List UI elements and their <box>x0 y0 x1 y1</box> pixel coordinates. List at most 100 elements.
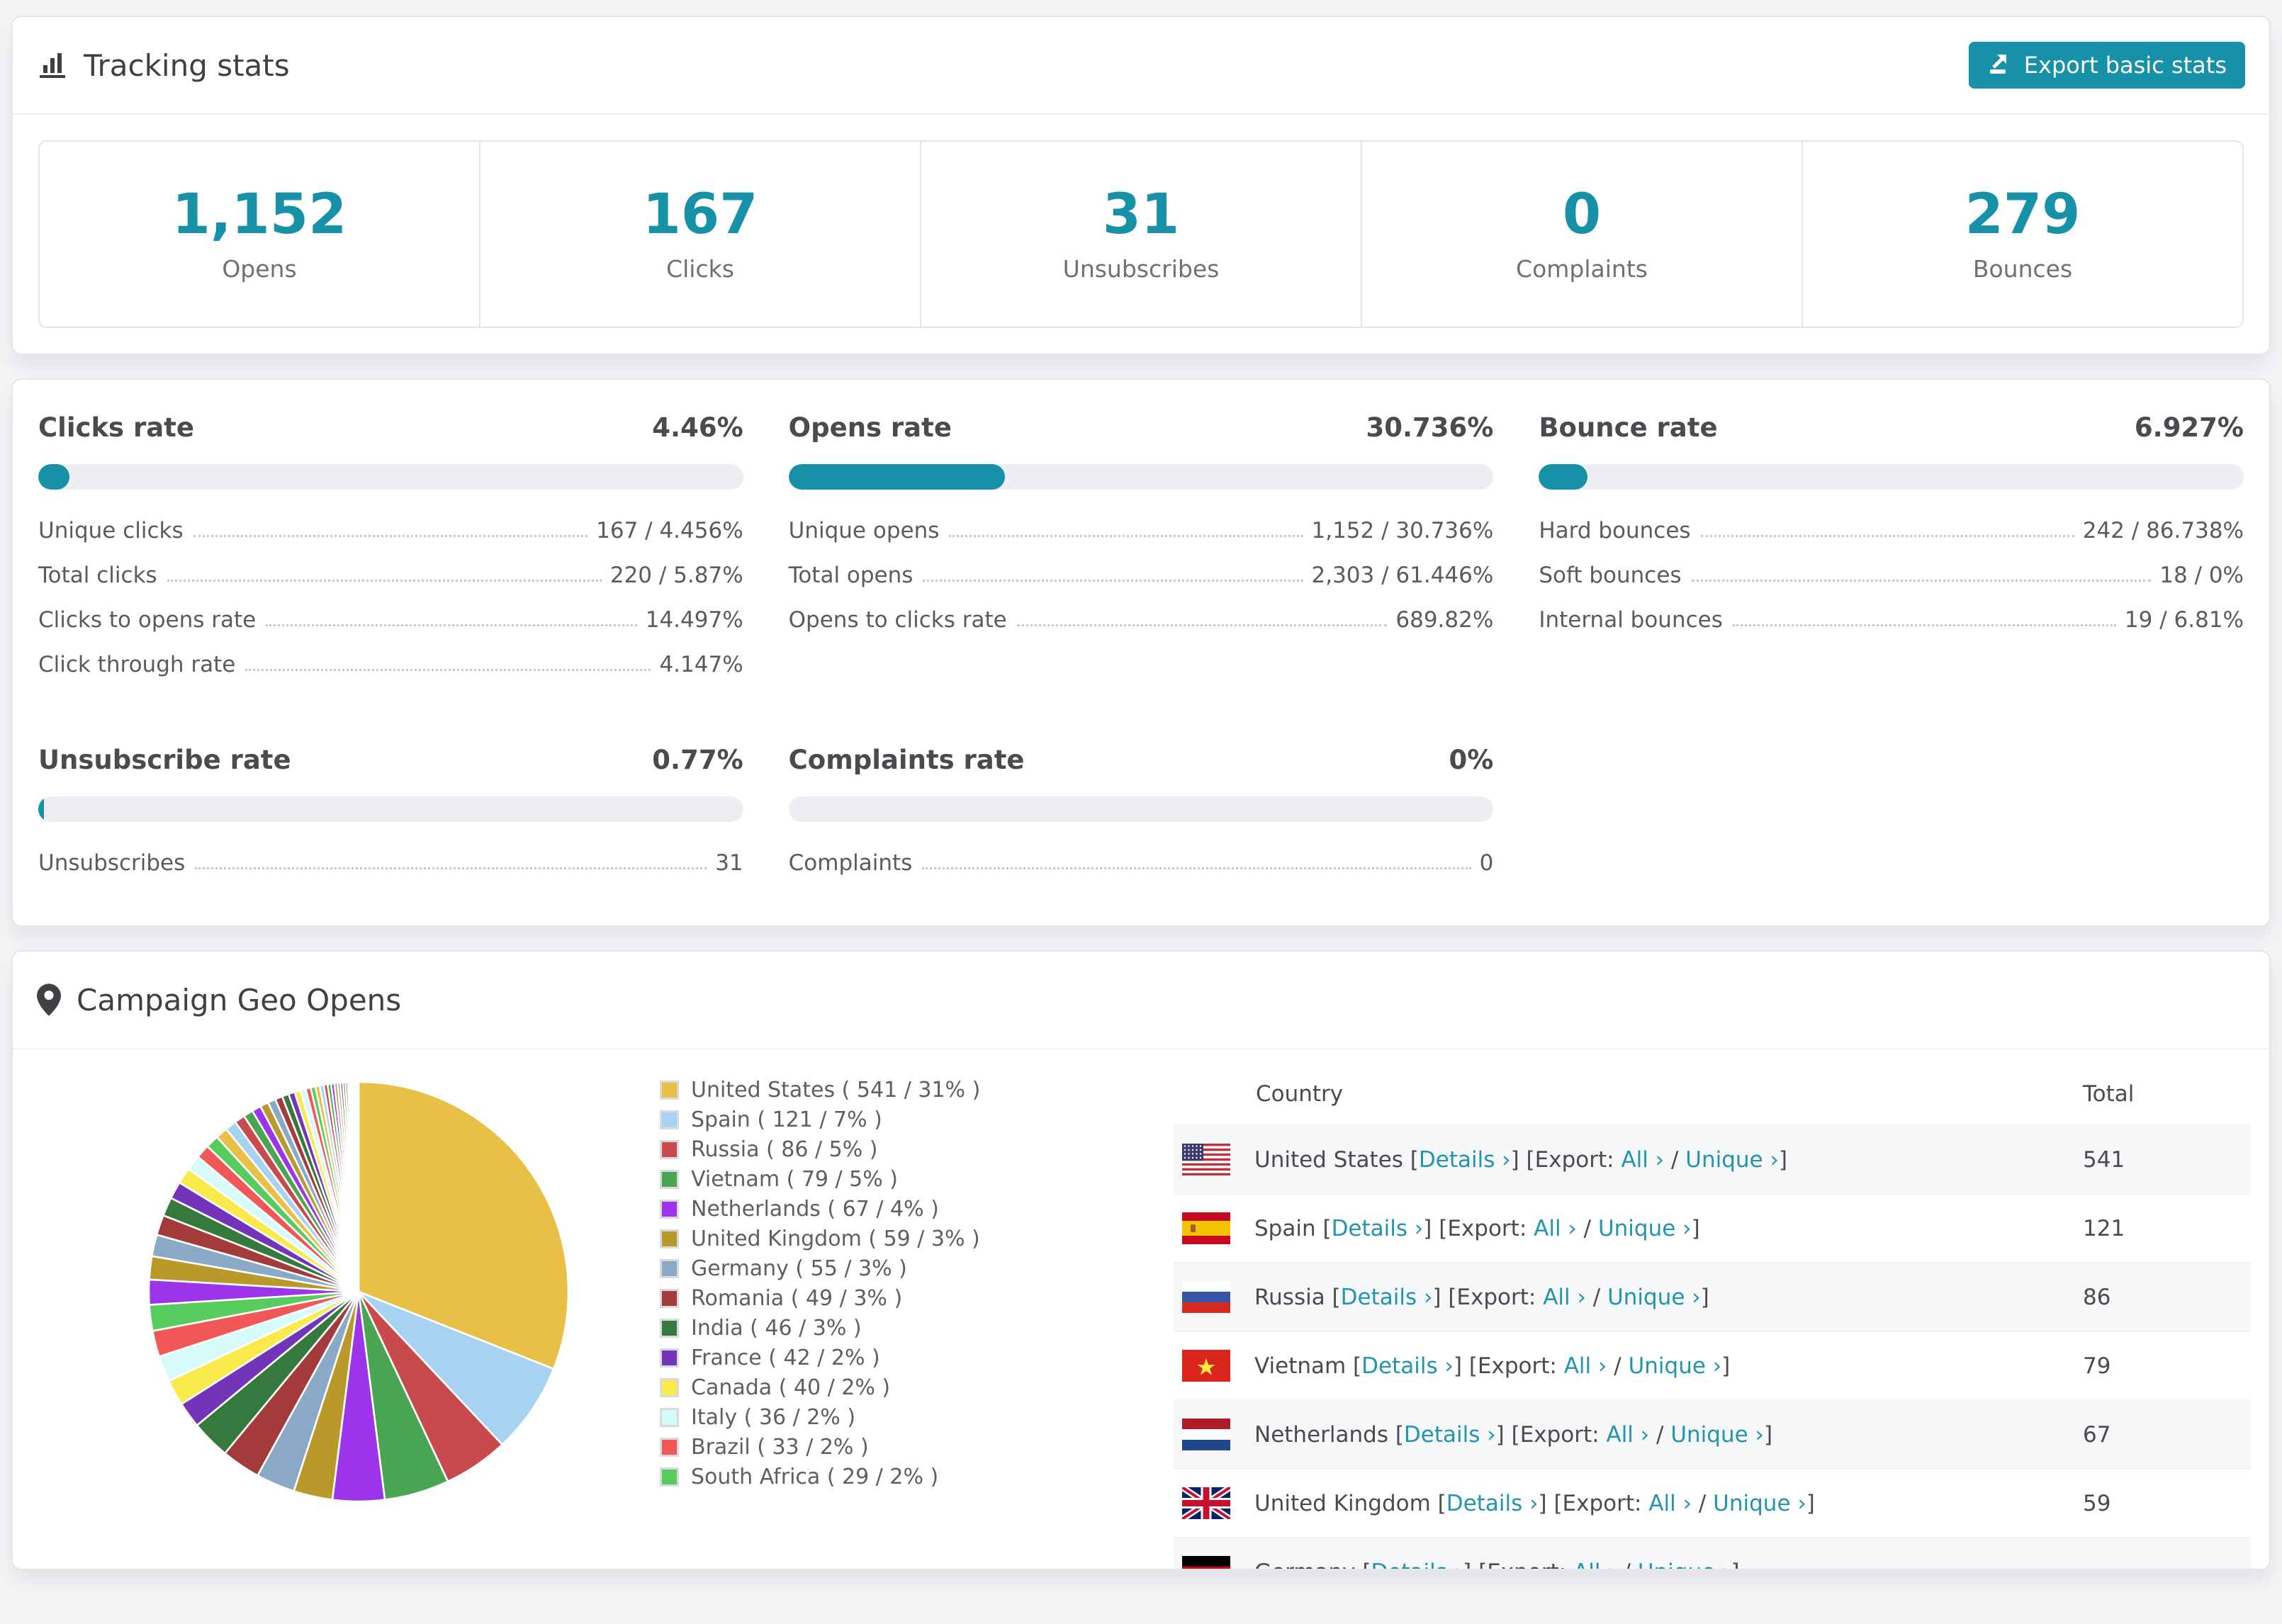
legend-label: South Africa ( 29 / 2% ) <box>691 1464 939 1489</box>
rate-title: Bounce rate <box>1539 412 1718 443</box>
total-cell: 67 <box>2083 1421 2111 1448</box>
legend-label: France ( 42 / 2% ) <box>691 1345 880 1370</box>
country-name: Germany [ <box>1254 1560 1371 1569</box>
rate-detail-row: Unique clicks 167 / 4.456% <box>38 518 743 543</box>
country-links: Germany [Details ›] [Export: All › / Uni… <box>1254 1560 1740 1569</box>
stat-cell-opens: 1,152 Opens <box>40 142 480 327</box>
legend-item: Vietnam ( 79 / 5% ) <box>660 1164 1028 1194</box>
detail-value: 2,303 / 61.446% <box>1311 563 1494 588</box>
stat-value: 167 <box>642 183 758 247</box>
export-all-link[interactable]: All › <box>1534 1216 1577 1241</box>
export-unique-link[interactable]: Unique › <box>1670 1422 1764 1448</box>
detail-label: Unique clicks <box>38 518 184 543</box>
detail-value: 242 / 86.738% <box>2082 518 2244 543</box>
rate-progress-bar <box>1539 464 2244 490</box>
rate-section-complaints-rate: Complaints rate 0% Complaints 0 <box>788 745 1494 876</box>
legend-item: South Africa ( 29 / 2% ) <box>660 1462 1028 1492</box>
export-all-link[interactable]: All › <box>1573 1560 1617 1569</box>
rate-detail-row: Complaints 0 <box>789 850 1494 876</box>
details-link[interactable]: Details › <box>1361 1353 1454 1379</box>
rate-progress-bar <box>788 464 1494 490</box>
legend-item: United Kingdom ( 59 / 3% ) <box>660 1224 1028 1253</box>
export-all-link[interactable]: All › <box>1543 1285 1586 1310</box>
detail-value: 1,152 / 30.736% <box>1311 518 1494 543</box>
export-all-link[interactable]: All › <box>1606 1422 1649 1448</box>
stat-value: 0 <box>1562 183 1602 247</box>
legend-label: Germany ( 55 / 3% ) <box>691 1256 907 1281</box>
stat-cell-bounces: 279 Bounces <box>1803 142 2242 327</box>
stat-label: Complaints <box>1516 255 1648 283</box>
legend-item: Netherlands ( 67 / 4% ) <box>660 1194 1028 1224</box>
export-unique-link[interactable]: Unique › <box>1638 1560 1731 1569</box>
export-unique-link[interactable]: Unique › <box>1713 1491 1806 1516</box>
tracking-stats-title-text: Tracking stats <box>84 47 290 83</box>
stat-cell-clicks: 167 Clicks <box>480 142 921 327</box>
legend-item: Romania ( 49 / 3% ) <box>660 1283 1028 1313</box>
export-icon <box>1987 50 2013 81</box>
country-name: Spain [ <box>1254 1215 1332 1241</box>
detail-label: Click through rate <box>38 652 236 677</box>
rate-detail-row: Internal bounces 19 / 6.81% <box>1539 607 2244 633</box>
details-link[interactable]: Details › <box>1371 1560 1463 1569</box>
geo-table-header-row: Country Total <box>1174 1064 2251 1124</box>
details-link[interactable]: Details › <box>1446 1491 1539 1516</box>
export-prefix: ] [Export: <box>1423 1215 1534 1241</box>
stat-label: Unsubscribes <box>1062 255 1220 283</box>
detail-label: Complaints <box>788 850 913 876</box>
export-all-link[interactable]: All › <box>1564 1353 1607 1379</box>
rate-progress-bar <box>38 464 743 490</box>
export-unique-link[interactable]: Unique › <box>1598 1216 1692 1241</box>
export-prefix: ] [Export: <box>1538 1490 1649 1516</box>
rate-title: Opens rate <box>788 412 952 443</box>
stat-value: 1,152 <box>172 183 347 247</box>
rate-title: Unsubscribe rate <box>38 745 291 775</box>
rate-value: 6.927% <box>2134 412 2244 443</box>
closing-bracket: ] <box>1700 1284 1709 1310</box>
closing-bracket: ] <box>1731 1560 1739 1569</box>
legend-swatch <box>660 1229 679 1248</box>
country-cell: Vietnam [Details ›] [Export: All › / Uni… <box>1174 1350 2083 1382</box>
export-button-label: Export basic stats <box>2023 52 2227 79</box>
legend-swatch <box>660 1437 679 1457</box>
country-cell: Netherlands [Details ›] [Export: All › /… <box>1174 1419 2083 1450</box>
gb-flag-icon <box>1182 1487 1230 1519</box>
details-link[interactable]: Details › <box>1341 1285 1433 1310</box>
details-link[interactable]: Details › <box>1404 1422 1496 1448</box>
export-unique-link[interactable]: Unique › <box>1629 1353 1722 1379</box>
country-cell: United States [Details ›] [Export: All ›… <box>1174 1144 2083 1175</box>
rate-detail-row: Hard bounces 242 / 86.738% <box>1539 518 2244 543</box>
legend-item: Brazil ( 33 / 2% ) <box>660 1432 1028 1462</box>
export-unique-link[interactable]: Unique › <box>1607 1285 1701 1310</box>
nl-flag-icon <box>1182 1419 1230 1450</box>
geo-table-header-country: Country <box>1256 1081 1344 1107</box>
country-cell: United Kingdom [Details ›] [Export: All … <box>1174 1487 2083 1519</box>
detail-value: 19 / 6.81% <box>2124 607 2244 633</box>
dotted-leader <box>1691 580 2152 582</box>
country-links: United States [Details ›] [Export: All ›… <box>1254 1147 1787 1173</box>
closing-bracket: ] <box>1721 1353 1731 1379</box>
rate-value: 0.77% <box>652 745 743 775</box>
export-all-link[interactable]: All › <box>1621 1147 1664 1173</box>
details-link[interactable]: Details › <box>1332 1216 1424 1241</box>
rate-progress-fill <box>38 796 44 822</box>
export-unique-link[interactable]: Unique › <box>1685 1147 1779 1173</box>
rate-detail-row: Total clicks 220 / 5.87% <box>38 563 743 588</box>
dotted-leader <box>923 580 1303 582</box>
export-all-link[interactable]: All › <box>1648 1491 1692 1516</box>
rate-progress-bar <box>788 796 1494 822</box>
de-flag-icon <box>1182 1556 1230 1569</box>
geo-opens-pie-chart <box>139 1072 578 1511</box>
legend-item: India ( 46 / 3% ) <box>660 1313 1028 1343</box>
detail-value: 689.82% <box>1395 607 1494 633</box>
detail-value: 220 / 5.87% <box>609 563 743 588</box>
details-link[interactable]: Details › <box>1419 1147 1511 1173</box>
legend-label: Vietnam ( 79 / 5% ) <box>691 1166 899 1192</box>
geo-table-row-russia: Russia [Details ›] [Export: All › / Uniq… <box>1174 1262 2251 1331</box>
legend-item: Canada ( 40 / 2% ) <box>660 1372 1028 1402</box>
legend-swatch <box>660 1110 679 1129</box>
rate-detail-row: Soft bounces 18 / 0% <box>1539 563 2244 588</box>
export-basic-stats-button[interactable]: Export basic stats <box>1968 42 2245 89</box>
rate-progress-fill <box>788 464 1006 490</box>
rate-section-clicks-rate: Clicks rate 4.46% Unique clicks 167 / 4.456… <box>38 412 743 677</box>
slash-separator: / <box>1692 1490 1714 1516</box>
